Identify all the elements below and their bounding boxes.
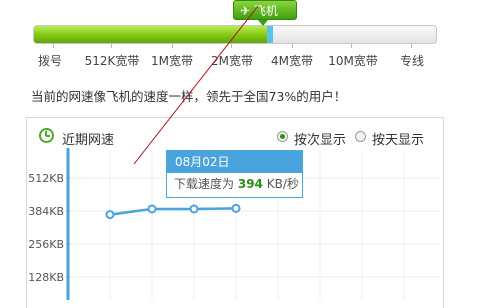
tooltip-label: 下载速度为 [174, 177, 235, 191]
y-axis-ticks: 512KB 384KB 256KB 128KB [28, 172, 70, 284]
data-point [105, 210, 115, 220]
annotation-pointer-line [133, 5, 259, 165]
speed-series-line [109, 207, 237, 216]
data-point [147, 204, 157, 214]
y-tick-label: 128KB [28, 271, 64, 284]
data-tooltip: 08月02日 下载速度为 394 KB/秒 [166, 150, 303, 198]
tooltip-body: 下载速度为 394 KB/秒 [167, 173, 302, 195]
data-point [189, 204, 199, 214]
y-tick-label: 512KB [28, 172, 64, 185]
tooltip-unit: KB/秒 [266, 177, 299, 191]
tooltip-date: 08月02日 [167, 151, 302, 173]
y-tick-label: 384KB [28, 205, 64, 218]
data-point [231, 203, 241, 213]
y-tick-label: 256KB [28, 238, 64, 251]
tooltip-value: 394 [237, 177, 263, 191]
